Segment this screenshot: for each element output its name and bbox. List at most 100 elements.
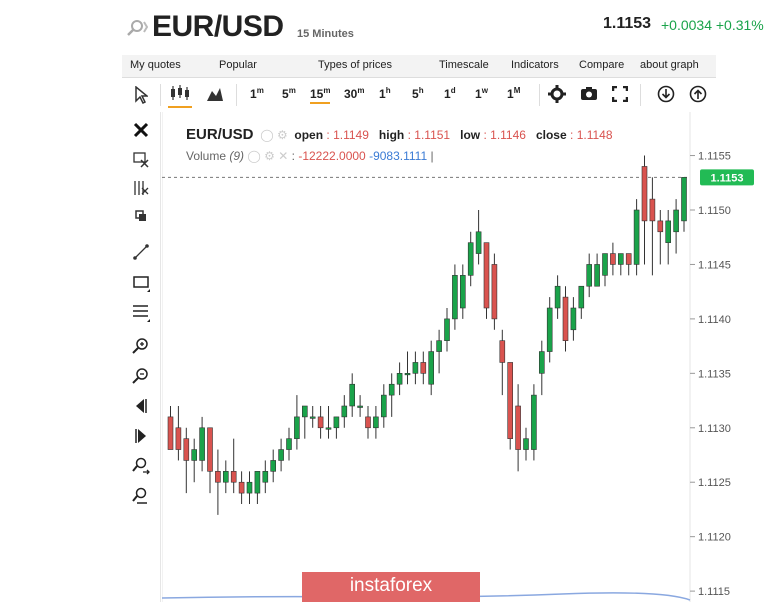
zoom-in-icon[interactable] [131,336,151,356]
magnet-icon[interactable] [131,486,151,506]
menu-types-of-prices[interactable]: Types of prices [318,59,392,71]
tf-1m[interactable]: 1m [250,86,264,101]
price-chart[interactable]: 1.1155 1.1150 1.1145 1.1140 1.1135 1.1130 1.11… [161,112,782,602]
rectangle-icon[interactable] [131,272,151,292]
candle-body [412,362,419,374]
menu-indicators[interactable]: Indicators [511,59,559,71]
menu-compare[interactable]: Compare [579,59,624,71]
candle-body [491,264,498,320]
tf-5h[interactable]: 5h [412,86,424,101]
current-price-tag: 1.1153 [700,169,754,186]
zoom-reset-icon[interactable] [131,456,151,476]
tf-5m[interactable]: 5m [282,86,296,101]
tf-1d[interactable]: 1d [444,86,456,101]
fullscreen-icon[interactable] [611,85,629,105]
zoom-out-icon[interactable] [131,366,151,386]
tf-1h[interactable]: 1h [379,86,391,101]
candle-body [554,285,561,309]
scroll-left-icon[interactable] [131,396,151,416]
candle-body [175,427,182,450]
candle-body [531,394,537,450]
candle-body [254,471,261,494]
open-value: 1.1149 [333,128,369,142]
cursor-icon[interactable] [134,85,150,107]
candle-body [444,318,450,341]
open-label: open [294,128,324,142]
volume-param: (9) [229,149,245,163]
candles-chart-icon[interactable] [168,84,192,108]
camera-icon[interactable] [580,86,598,104]
close-value: 1.1148 [576,128,613,142]
last-price: 1.1153 [603,15,652,32]
candle-body [475,231,482,254]
candle-body [649,198,656,222]
y-tick-label: 1.1145 [698,259,731,271]
menu-popular[interactable]: Popular [219,59,257,71]
y-tick-label: 1.1120 [698,532,731,544]
close-label: close [535,128,567,142]
candle-body [515,405,521,450]
tf-15m[interactable]: 15m [310,86,331,104]
candle-body [523,438,529,450]
candle-body [665,220,672,243]
candle-body [349,383,355,407]
toolbar: 1m 5m 15m 30m 1h 5h 1d 1w 1M [122,80,762,110]
y-tick-label: 1.1150 [698,205,731,217]
y-tick-label: 1.1155 [698,151,731,163]
y-tick-label: 1.1130 [698,423,731,435]
symbol-title: EUR/USD [152,10,284,43]
upload-icon[interactable] [688,85,708,106]
candle-body [246,481,253,494]
candle-body [436,340,442,352]
candle-body [309,416,316,419]
candle-body [452,275,458,320]
close-icon[interactable] [131,120,151,140]
area-chart-icon[interactable] [206,86,224,105]
search-icon[interactable] [126,18,149,40]
tf-1M[interactable]: 1M [507,86,520,101]
tf-30m[interactable]: 30m [344,86,364,101]
candle-body [546,307,553,352]
candle-body [278,449,284,461]
high-label: high [378,128,405,142]
candlestick-chart[interactable]: 1.1155 1.1150 1.1145 1.1140 1.1135 1.1130 1.11… [161,112,782,602]
y-tick-label: 1.1140 [698,314,731,326]
copy-icon[interactable] [131,206,151,226]
candle-body [199,427,205,461]
candle-body [238,481,245,494]
candle-body [483,242,490,309]
download-icon[interactable] [656,85,676,106]
candle-body [222,471,229,483]
candle-body [538,351,545,374]
high-value: 1.1151 [414,128,451,142]
candle-body [333,416,340,429]
candle-body [586,264,593,287]
candle-body [325,427,332,430]
volume-label: Volume [186,149,227,163]
svg-text:1.1153: 1.1153 [710,172,743,184]
scroll-right-icon[interactable] [131,426,151,446]
low-value: 1.1146 [490,128,526,142]
horizontal-lines-icon[interactable] [131,302,151,322]
select-remove-icon[interactable] [131,150,151,170]
settings-gear-icon[interactable] [548,85,566,106]
candle-body [633,209,640,265]
candle-body [294,416,300,439]
tf-1w[interactable]: 1w [475,86,488,101]
candle-body [602,253,608,276]
candle-body [507,362,514,439]
price-change: +0.0034 +0.31% [661,17,764,33]
candle-body [317,416,324,429]
candle-body [365,416,371,429]
trash-grid-icon[interactable] [131,178,151,198]
menu-my-quotes[interactable]: My quotes [130,59,181,71]
candle-body [657,220,664,233]
y-tick-label: 1.1115 [698,586,730,598]
candle-body [594,264,600,287]
candle-body [467,242,474,276]
trend-line-icon[interactable] [131,242,151,262]
timeframe-label: 15 Minutes [297,28,354,40]
menu-about-graph[interactable]: about graph [640,59,699,71]
menu-timescale[interactable]: Timescale [439,59,489,71]
candle-body [404,373,411,376]
